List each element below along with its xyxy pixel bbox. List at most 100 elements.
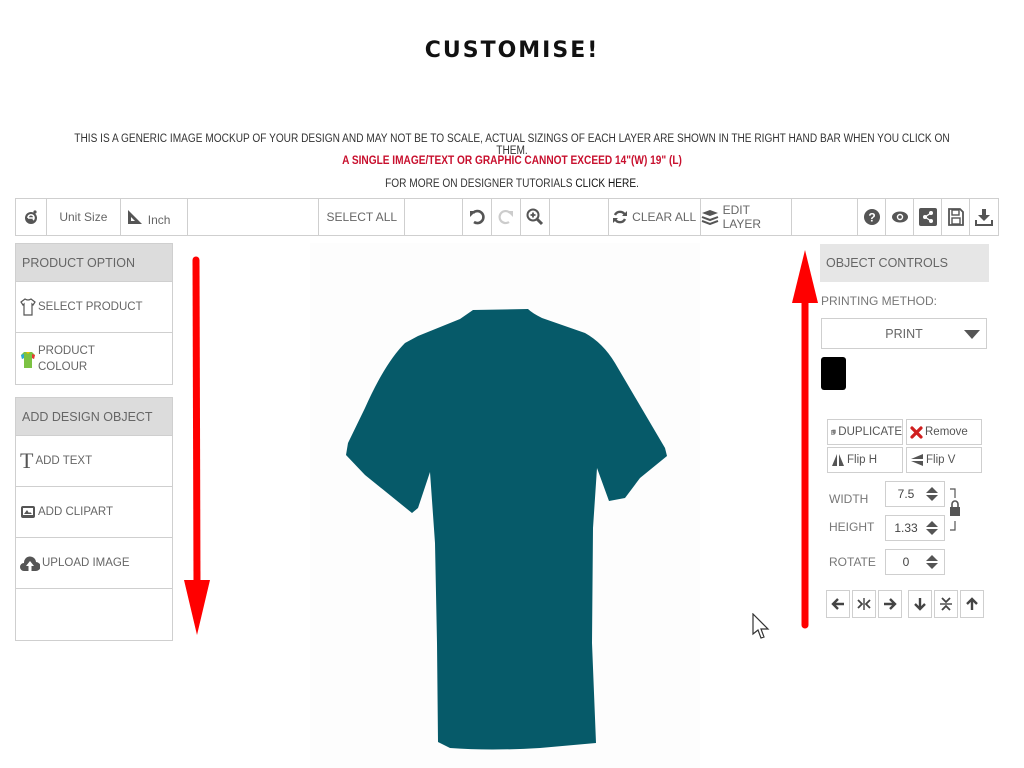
select-product-button[interactable]: SELECT PRODUCT <box>16 282 172 333</box>
mockup-notice: THIS IS A GENERIC IMAGE MOCKUP OF YOUR D… <box>74 133 950 157</box>
add-design-object-panel: ADD DESIGN OBJECT T ADD TEXT ADD CLIPART… <box>15 397 173 641</box>
height-stepper-arrows[interactable] <box>926 521 938 535</box>
tshirt-mockup[interactable] <box>310 243 700 768</box>
printing-method-value: PRINT <box>885 326 923 341</box>
colour-shirt-icon <box>21 351 35 368</box>
tshirt-outline-icon <box>20 298 36 316</box>
designer-logo-icon <box>24 210 37 224</box>
remove-button[interactable]: Remove <box>906 419 982 445</box>
redo-button[interactable] <box>492 199 521 235</box>
align-bottom-button[interactable] <box>908 590 932 618</box>
arrow-up-icon <box>966 597 978 610</box>
center-vertical-button[interactable] <box>934 590 958 618</box>
decrement-icon[interactable] <box>926 563 938 569</box>
save-button[interactable] <box>942 199 971 235</box>
product-option-panel: PRODUCT OPTION SELECT PRODUCT PRODUCT CO… <box>15 243 173 385</box>
tutorials-notice-text: FOR MORE ON DESIGNER TUTORIALS <box>385 178 576 190</box>
colour-swatch[interactable] <box>821 357 846 390</box>
mouse-cursor-icon <box>752 613 770 639</box>
flip-h-label: Flip H <box>847 454 878 466</box>
product-colour-label-line2: COLOUR <box>38 360 88 373</box>
width-value: 7.5 <box>897 487 915 501</box>
flip-vertical-icon <box>911 454 923 466</box>
edit-layer-label: EDIT LAYER <box>722 203 762 231</box>
add-text-label: ADD TEXT <box>35 455 93 467</box>
object-controls-header: OBJECT CONTROLS <box>820 244 989 282</box>
product-colour-button[interactable]: PRODUCT COLOUR <box>16 333 172 384</box>
arrow-down-icon <box>914 598 926 611</box>
arrow-left-icon <box>831 598 844 610</box>
redo-icon <box>498 210 513 225</box>
align-right-button[interactable] <box>878 590 902 618</box>
design-canvas[interactable] <box>310 243 700 768</box>
add-clipart-label: ADD CLIPART <box>38 506 113 518</box>
duplicate-button[interactable]: DUPLICATE <box>827 419 903 445</box>
download-button[interactable] <box>970 199 998 235</box>
width-label: WIDTH <box>829 492 869 506</box>
zoom-button[interactable] <box>521 199 550 235</box>
height-value: 1.33 <box>894 521 918 535</box>
rotate-label: ROTATE <box>829 555 876 569</box>
rotate-value: 0 <box>902 555 910 569</box>
toolbar-spacer-4 <box>792 199 859 235</box>
center-horizontal-icon <box>857 598 871 610</box>
rotate-stepper[interactable]: 0 <box>885 549 945 575</box>
clipart-icon <box>21 506 35 518</box>
refresh-icon <box>613 210 628 224</box>
select-all-button[interactable]: SELECT ALL <box>319 199 406 235</box>
tutorials-link[interactable]: CLICK HERE <box>575 178 636 190</box>
increment-icon[interactable] <box>926 555 938 561</box>
height-stepper[interactable]: 1.33 <box>885 515 945 541</box>
decrement-icon[interactable] <box>926 529 938 535</box>
center-vertical-icon <box>940 597 952 611</box>
help-icon: ? <box>863 209 880 225</box>
printing-method-select[interactable]: PRINT <box>821 318 987 349</box>
preview-button[interactable] <box>886 199 915 235</box>
aspect-lock-icon[interactable] <box>948 488 962 532</box>
add-clipart-button[interactable]: ADD CLIPART <box>16 487 172 538</box>
unit-size-label: Unit Size <box>47 199 121 235</box>
eye-icon <box>891 211 908 223</box>
zoom-in-icon <box>526 208 543 226</box>
upload-image-button[interactable]: UPLOAD IMAGE <box>16 538 172 589</box>
share-button[interactable] <box>914 199 943 235</box>
design-object-empty-slot <box>16 589 172 640</box>
unit-value: Inch <box>147 213 171 227</box>
tutorials-notice: FOR MORE ON DESIGNER TUTORIALS CLICK HER… <box>61 178 962 190</box>
annotation-arrow-down <box>184 256 210 635</box>
printing-method-label: PRINTING METHOD: <box>821 294 937 308</box>
tutorials-notice-suffix: . <box>636 178 639 190</box>
add-text-button[interactable]: T ADD TEXT <box>16 436 172 487</box>
ruler-triangle-icon <box>127 210 142 224</box>
align-top-button[interactable] <box>960 590 984 618</box>
decrement-icon[interactable] <box>926 495 938 501</box>
product-option-header: PRODUCT OPTION <box>16 244 172 282</box>
upload-cloud-icon <box>20 556 40 571</box>
undo-button[interactable] <box>463 199 493 235</box>
center-horizontal-button[interactable] <box>852 590 876 618</box>
product-colour-label: PRODUCT COLOUR <box>38 343 95 375</box>
help-button[interactable]: ? <box>858 199 887 235</box>
arrow-right-icon <box>884 598 897 610</box>
clear-all-button[interactable]: CLEAR ALL <box>609 199 701 235</box>
edit-layer-button[interactable]: EDIT LAYER <box>701 199 793 235</box>
flip-horizontal-icon <box>832 454 844 466</box>
rotate-stepper-arrows[interactable] <box>926 555 938 569</box>
flip-h-button[interactable]: Flip H <box>827 447 903 473</box>
flip-v-button[interactable]: Flip V <box>906 447 982 473</box>
align-left-button[interactable] <box>826 590 850 618</box>
size-limit-warning: A SINGLE IMAGE/TEXT OR GRAPHIC CANNOT EX… <box>342 155 682 167</box>
toolbar-spacer-3 <box>550 199 609 235</box>
select-all-label: SELECT ALL <box>326 210 398 224</box>
download-icon <box>974 209 993 226</box>
close-icon <box>910 425 923 439</box>
width-stepper-arrows[interactable] <box>926 487 938 501</box>
increment-icon[interactable] <box>926 487 938 493</box>
increment-icon[interactable] <box>926 521 938 527</box>
page-title: CUSTOMISE! <box>424 38 600 63</box>
product-colour-label-line1: PRODUCT <box>38 344 95 357</box>
width-stepper[interactable]: 7.5 <box>885 481 945 507</box>
designer-logo-button[interactable] <box>16 199 47 235</box>
select-product-label: SELECT PRODUCT <box>38 301 143 313</box>
unit-select[interactable]: Inch <box>121 199 188 235</box>
